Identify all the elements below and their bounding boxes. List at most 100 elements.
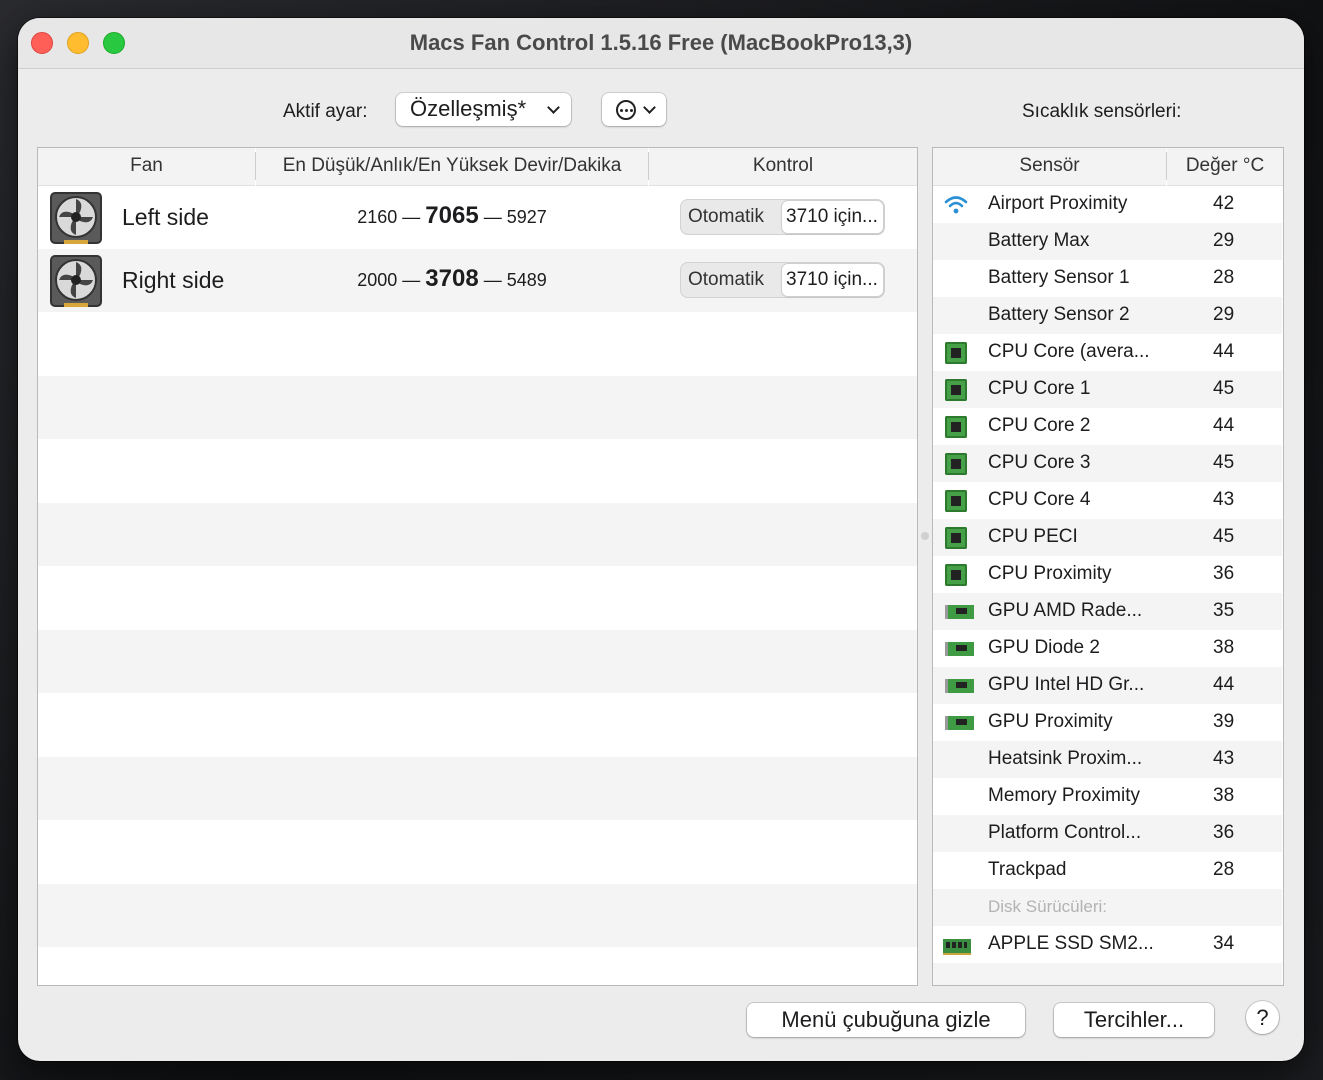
app-window: Macs Fan Control 1.5.16 Free (MacBookPro… xyxy=(18,18,1304,1061)
table-row[interactable]: Memory Proximity 38 xyxy=(933,778,1282,815)
split-view-divider[interactable] xyxy=(921,532,929,540)
wifi-icon xyxy=(943,192,969,218)
sensor-name: Battery Sensor 2 xyxy=(988,304,1130,325)
help-button[interactable]: ? xyxy=(1246,1001,1279,1034)
preferences-button[interactable]: Tercihler... xyxy=(1054,1003,1214,1037)
chevron-down-icon xyxy=(643,101,656,114)
sensor-name: GPU AMD Rade... xyxy=(988,600,1143,621)
sensor-name: CPU Core (avera... xyxy=(988,341,1150,362)
sensor-name: Heatsink Proxim... xyxy=(988,748,1143,769)
table-row[interactable]: CPU PECI 45 xyxy=(933,519,1282,556)
window-title: Macs Fan Control 1.5.16 Free (MacBookPro… xyxy=(409,30,913,55)
sensor-table: Sensör Değer °C Airport Proximity 42 Batte… xyxy=(932,147,1284,986)
auto-mode-button[interactable]: Otomatik xyxy=(688,206,764,228)
sensor-name: CPU Core 4 xyxy=(988,489,1091,510)
sensor-value: 42 xyxy=(1213,193,1235,214)
fan-control-segmented: Otomatik 3710 için... xyxy=(680,199,885,235)
table-row[interactable]: CPU Core 3 45 xyxy=(933,445,1282,482)
ellipsis-circle-icon xyxy=(616,100,636,120)
sensor-name: CPU Core 2 xyxy=(988,415,1091,436)
chevron-down-icon xyxy=(547,101,560,114)
sensor-name: GPU Diode 2 xyxy=(988,637,1100,658)
sensor-value: 43 xyxy=(1213,489,1235,510)
sensor-value: 36 xyxy=(1213,563,1235,584)
fan-control-segmented: Otomatik 3710 için... xyxy=(680,262,885,298)
table-row[interactable]: Platform Control... 36 xyxy=(933,815,1282,852)
gpu-icon xyxy=(943,710,974,736)
table-row[interactable]: GPU Intel HD Gr... 44 xyxy=(933,667,1282,704)
fan-max-rpm: 5927 xyxy=(506,207,547,227)
preset-dropdown[interactable]: Özelleşmiş* xyxy=(396,93,571,126)
fan-icon xyxy=(50,192,102,244)
sensor-value: 28 xyxy=(1213,859,1235,880)
sensor-name: APPLE SSD SM2... xyxy=(988,933,1154,954)
sensor-name: GPU Intel HD Gr... xyxy=(988,674,1145,695)
disk-section-label: Disk Sürücüleri: xyxy=(988,897,1108,916)
table-row[interactable]: CPU Proximity 36 xyxy=(933,556,1282,593)
custom-control-button[interactable]: 3710 için... xyxy=(782,264,883,296)
cpu-icon xyxy=(943,562,969,588)
table-row[interactable]: Battery Sensor 2 29 xyxy=(933,297,1282,334)
table-row[interactable]: Right side 2000 — 3708 — 5489 Otomatik 3… xyxy=(38,249,917,312)
hide-menubar-button[interactable]: Menü çubuğuna gizle xyxy=(747,1003,1025,1037)
sensor-value: 28 xyxy=(1213,267,1235,288)
table-row[interactable]: CPU Core 1 45 xyxy=(933,371,1282,408)
table-row[interactable]: CPU Core (avera... 44 xyxy=(933,334,1282,371)
sensor-name: Battery Max xyxy=(988,230,1090,251)
table-row[interactable]: Battery Max 29 xyxy=(933,223,1282,260)
table-row[interactable]: Heatsink Proxim... 43 xyxy=(933,741,1282,778)
sensor-value: 39 xyxy=(1213,711,1235,732)
sensor-value: 43 xyxy=(1213,748,1235,769)
fan-name: Left side xyxy=(122,204,209,230)
ssd-icon xyxy=(943,932,971,958)
sensors-label: Sıcaklık sensörleri: xyxy=(1022,101,1182,122)
table-row[interactable]: GPU AMD Rade... 35 xyxy=(933,593,1282,630)
more-options-button[interactable] xyxy=(602,93,666,126)
fan-min-rpm: 2160 xyxy=(357,207,398,227)
value-column-header[interactable]: Değer °C xyxy=(1167,148,1283,186)
preset-dropdown-value: Özelleşmiş* xyxy=(410,96,527,121)
table-row[interactable]: Battery Sensor 1 28 xyxy=(933,260,1282,297)
sensor-value: 44 xyxy=(1213,674,1235,695)
active-preset-label: Aktif ayar: xyxy=(283,101,368,122)
sensor-name: CPU Core 1 xyxy=(988,378,1091,399)
auto-mode-button[interactable]: Otomatik xyxy=(688,269,764,291)
sensor-name: CPU PECI xyxy=(988,526,1078,547)
sensor-name: Airport Proximity xyxy=(988,193,1128,214)
fan-rpm: 2160 — 7065 — 5927 xyxy=(357,202,547,229)
table-row[interactable]: Left side 2160 — 7065 — 5927 Otomatik 37… xyxy=(38,186,917,249)
table-row[interactable]: APPLE SSD SM2... 34 xyxy=(933,926,1282,963)
sensor-name: CPU Core 3 xyxy=(988,452,1091,473)
fan-table: Fan En Düşük/Anlık/En Yüksek Devir/Dakik… xyxy=(37,147,918,986)
cpu-icon xyxy=(943,488,969,514)
sensor-value: 38 xyxy=(1213,785,1235,806)
table-row[interactable]: CPU Core 2 44 xyxy=(933,408,1282,445)
table-row[interactable]: GPU Proximity 39 xyxy=(933,704,1282,741)
fan-min-rpm: 2000 xyxy=(357,270,398,290)
sensor-name: Memory Proximity xyxy=(988,785,1141,806)
rpm-column-header[interactable]: En Düşük/Anlık/En Yüksek Devir/Dakika xyxy=(256,148,648,186)
sensor-name: CPU Proximity xyxy=(988,563,1112,584)
table-row[interactable]: Trackpad 28 xyxy=(933,852,1282,889)
sensor-column-header[interactable]: Sensör xyxy=(933,148,1166,186)
table-row[interactable]: Airport Proximity 42 xyxy=(933,186,1282,223)
cpu-icon xyxy=(943,525,969,551)
fan-current-rpm: 3708 xyxy=(425,265,479,292)
control-column-header[interactable]: Kontrol xyxy=(649,148,917,186)
fan-icon xyxy=(50,255,102,307)
disk-section-header: Disk Sürücüleri: xyxy=(933,889,1282,926)
sensor-name: Platform Control... xyxy=(988,822,1142,843)
table-row[interactable]: GPU Diode 2 38 xyxy=(933,630,1282,667)
fan-name: Right side xyxy=(122,267,225,293)
sensor-value: 44 xyxy=(1213,415,1235,436)
sensor-value: 29 xyxy=(1213,304,1235,325)
fan-max-rpm: 5489 xyxy=(506,270,547,290)
custom-control-button[interactable]: 3710 için... xyxy=(782,201,883,233)
cpu-icon xyxy=(943,377,969,403)
table-row[interactable]: CPU Core 4 43 xyxy=(933,482,1282,519)
cpu-icon xyxy=(943,340,969,366)
sensor-value: 34 xyxy=(1213,933,1235,954)
fan-column-header[interactable]: Fan xyxy=(38,148,255,186)
sensor-value: 38 xyxy=(1213,637,1235,658)
cpu-icon xyxy=(943,414,969,440)
